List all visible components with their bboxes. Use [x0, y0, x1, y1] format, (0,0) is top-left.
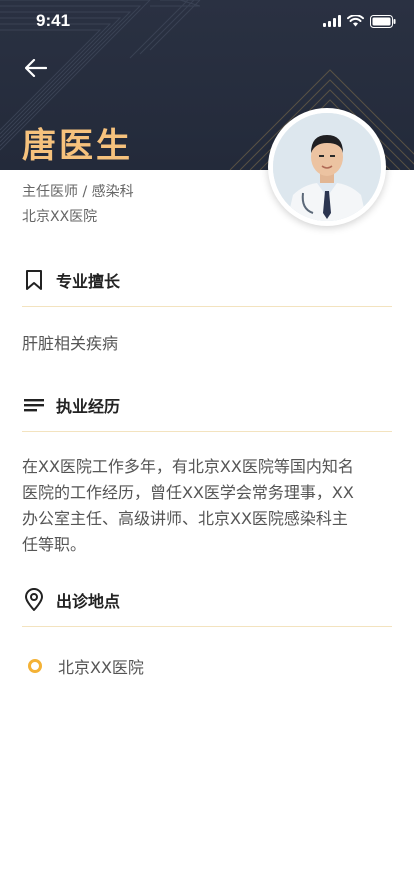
- section-location-header: 出诊地点: [22, 588, 120, 612]
- doctor-photo: [273, 113, 381, 221]
- avatar-frame: [268, 108, 386, 226]
- doctor-title-department: 主任医师 / 感染科: [22, 184, 134, 200]
- section-experience-title: 执业经历: [56, 397, 121, 416]
- map-pin-icon: [22, 588, 46, 612]
- signal-icon: [323, 15, 341, 27]
- status-bar: 9:41: [0, 0, 414, 44]
- doctor-avatar[interactable]: [273, 113, 381, 221]
- status-time: 9:41: [36, 11, 71, 30]
- experience-line: 任等职。: [22, 535, 87, 554]
- doctor-name: 唐医生: [22, 126, 133, 166]
- status-icons: [323, 14, 396, 28]
- doctor-hospital: 北京XX医院: [22, 209, 98, 225]
- experience-text: 在XX医院工作多年，有北京XX医院等国内知名 医院的工作经历，曾任XX医学会常务…: [22, 454, 392, 558]
- location-item[interactable]: 北京XX医院: [28, 654, 144, 678]
- divider: [22, 626, 392, 627]
- wifi-icon: [347, 15, 364, 27]
- section-specialty-title: 专业擅长: [56, 272, 121, 291]
- experience-line: 在XX医院工作多年，有北京XX医院等国内知名: [22, 457, 354, 476]
- divider: [22, 431, 392, 432]
- divider: [22, 306, 392, 307]
- doctor-profile-page: 9:41 唐医生 主任医师 / 感染科 北京XX医院 专业擅长 肝脏相关疾病 执…: [0, 0, 414, 896]
- section-location-title: 出诊地点: [56, 592, 121, 611]
- location-name: 北京XX医院: [58, 658, 144, 677]
- section-experience-header: 执业经历: [22, 393, 120, 417]
- back-button[interactable]: [22, 56, 50, 80]
- location-dot-icon: [28, 659, 42, 673]
- bookmark-icon: [22, 268, 46, 292]
- experience-line: 办公室主任、高级讲师、北京XX医院感染科主: [22, 509, 348, 528]
- battery-icon: [370, 14, 396, 28]
- experience-line: 医院的工作经历，曾任XX医学会常务理事，XX: [22, 483, 354, 502]
- section-specialty-header: 专业擅长: [22, 268, 120, 292]
- specialty-text: 肝脏相关疾病: [22, 334, 119, 353]
- back-arrow-icon: [25, 59, 47, 77]
- list-lines-icon: [22, 393, 46, 417]
